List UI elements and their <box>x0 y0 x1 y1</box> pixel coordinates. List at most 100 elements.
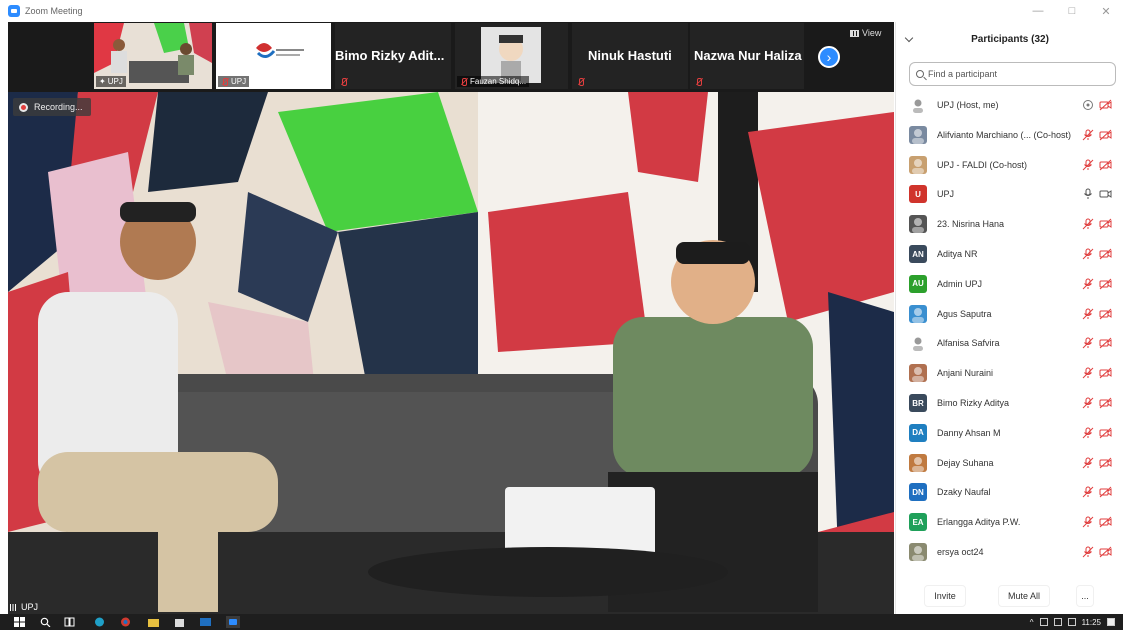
thumbnail-label: Fauzan Shidq... <box>457 76 530 87</box>
mic-muted-icon[interactable] <box>1082 486 1094 498</box>
edge-browser-icon[interactable] <box>94 617 105 627</box>
clock[interactable]: 11:25 <box>1082 618 1101 627</box>
participant-row[interactable]: BR Bimo Rizky Aditya <box>896 388 1123 418</box>
participant-avatar: EA <box>909 513 927 532</box>
video-off-icon[interactable] <box>1099 427 1112 439</box>
participant-name: Dejay Suhana <box>937 457 994 468</box>
video-off-icon[interactable] <box>1099 308 1112 320</box>
thumbnail-video-upj[interactable]: ✦ UPJ <box>94 23 212 89</box>
audio-status-icon[interactable] <box>1082 99 1094 111</box>
mic-muted-icon[interactable] <box>1082 218 1094 230</box>
chrome-browser-icon[interactable] <box>120 617 131 627</box>
search-input[interactable] <box>928 69 1108 79</box>
participant-row[interactable]: DN Dzaky Naufal <box>896 477 1123 507</box>
video-off-icon[interactable] <box>1099 99 1112 111</box>
video-off-icon[interactable] <box>1099 129 1112 141</box>
participant-row[interactable]: Alfanisa Safvira <box>896 328 1123 358</box>
chevron-up-icon[interactable]: ^ <box>1030 618 1034 627</box>
volume-icon[interactable] <box>1067 618 1076 626</box>
video-off-icon[interactable] <box>1099 516 1112 528</box>
chevron-down-icon[interactable] <box>904 33 914 43</box>
participant-row[interactable]: EA Erlangga Aditya P.W. <box>896 507 1123 537</box>
thumbnail-ninuk[interactable]: Ninuk Hastuti <box>572 23 688 89</box>
mic-icon[interactable] <box>1082 188 1094 200</box>
participant-avatar: AN <box>909 245 927 263</box>
mic-muted-icon[interactable] <box>1082 248 1094 260</box>
notifications-icon[interactable] <box>1107 618 1115 626</box>
mic-muted-icon[interactable] <box>1082 457 1094 469</box>
windows-start-icon[interactable] <box>14 617 25 627</box>
participant-name: Dzaky Naufal <box>937 487 991 498</box>
participant-row[interactable]: UPJ (Host, me) <box>896 90 1123 120</box>
participant-row[interactable]: ersya oct24 <box>896 537 1123 567</box>
participant-name: Admin UPJ <box>937 278 983 289</box>
mic-muted-icon[interactable] <box>1082 129 1094 141</box>
mic-muted-icon[interactable] <box>1082 397 1094 409</box>
participant-avatar <box>909 543 927 561</box>
thumbnail-fauzan[interactable]: Fauzan Shidq... <box>455 23 568 89</box>
participant-row[interactable]: Agus Saputra <box>896 299 1123 329</box>
participant-row[interactable]: AN Aditya NR <box>896 239 1123 269</box>
participant-row[interactable]: UPJ - FALDI (Co-host) <box>896 150 1123 180</box>
participant-row[interactable]: DA Danny Ahsan M <box>896 418 1123 448</box>
mail-icon[interactable] <box>200 617 211 627</box>
panel-footer: Invite Mute All ... <box>896 578 1123 614</box>
participant-avatar <box>909 155 927 174</box>
video-off-icon[interactable] <box>1099 486 1112 498</box>
mic-muted-icon[interactable] <box>1082 278 1094 290</box>
network-icon[interactable] <box>1053 618 1062 626</box>
minimize-button[interactable]: — <box>1021 0 1055 22</box>
search-icon[interactable] <box>40 617 51 627</box>
mic-muted-icon[interactable] <box>1082 159 1094 171</box>
participant-row[interactable]: U UPJ <box>896 179 1123 209</box>
mic-muted-icon <box>221 77 229 86</box>
video-off-icon[interactable] <box>1099 546 1112 558</box>
invite-button[interactable]: Invite <box>924 585 966 607</box>
video-off-icon[interactable] <box>1099 367 1112 379</box>
next-page-button[interactable]: › <box>818 46 840 68</box>
thumbnail-bimo[interactable]: Bimo Rizky Adit... <box>335 23 451 89</box>
video-icon[interactable] <box>1099 188 1112 200</box>
mic-muted-icon[interactable] <box>1082 308 1094 320</box>
thumbnail-label <box>337 77 351 87</box>
close-button[interactable]: ✕ <box>1089 0 1123 22</box>
thumbnail-logo-upj[interactable]: UPJ <box>216 23 331 89</box>
battery-icon[interactable] <box>1039 618 1048 626</box>
participant-row[interactable]: AU Admin UPJ <box>896 269 1123 299</box>
search-icon <box>916 70 924 78</box>
participant-name: Danny Ahsan M <box>937 427 1001 438</box>
video-off-icon[interactable] <box>1099 457 1112 469</box>
participant-avatar <box>909 215 927 234</box>
mic-muted-icon[interactable] <box>1082 367 1094 379</box>
zoom-taskbar-icon[interactable] <box>226 616 240 628</box>
thumbnail-label: ✦ UPJ <box>96 76 126 87</box>
video-off-icon[interactable] <box>1099 278 1112 290</box>
participant-name: UPJ - FALDI (Co-host) <box>937 159 1028 170</box>
participant-row[interactable]: 23. Nisrina Hana <box>896 209 1123 239</box>
participant-row[interactable]: Alifvianto Marchiano (... (Co-host) <box>896 120 1123 150</box>
maximize-button[interactable]: □ <box>1055 0 1089 22</box>
video-off-icon[interactable] <box>1099 248 1112 260</box>
mic-muted-icon[interactable] <box>1082 546 1094 558</box>
participant-row[interactable]: Anjani Nuraini <box>896 358 1123 388</box>
task-view-icon[interactable] <box>64 617 75 627</box>
participant-row[interactable]: Dejay Suhana <box>896 448 1123 478</box>
video-off-icon[interactable] <box>1099 337 1112 349</box>
video-off-icon[interactable] <box>1099 159 1112 171</box>
file-explorer-icon[interactable] <box>148 617 159 627</box>
thumbnail-strip: ✦ UPJ UPJ Bimo Rizky Adit... Fauzan Shid… <box>8 22 894 92</box>
video-off-icon[interactable] <box>1099 218 1112 230</box>
view-button[interactable]: View <box>850 28 881 38</box>
search-box[interactable] <box>909 62 1116 86</box>
more-options-button[interactable]: ... <box>1076 585 1094 607</box>
mic-muted-icon[interactable] <box>1082 337 1094 349</box>
video-off-icon[interactable] <box>1099 397 1112 409</box>
mic-muted-icon[interactable] <box>1082 516 1094 528</box>
mute-all-button[interactable]: Mute All <box>998 585 1050 607</box>
recording-indicator[interactable]: Recording... <box>13 98 91 116</box>
participant-list[interactable]: UPJ (Host, me) Alifvianto Marchiano (... … <box>896 90 1123 574</box>
store-icon[interactable] <box>174 617 185 627</box>
participant-avatar: DN <box>909 483 927 502</box>
thumbnail-nazwa[interactable]: Nazwa Nur Haliza <box>690 23 804 89</box>
mic-muted-icon[interactable] <box>1082 427 1094 439</box>
